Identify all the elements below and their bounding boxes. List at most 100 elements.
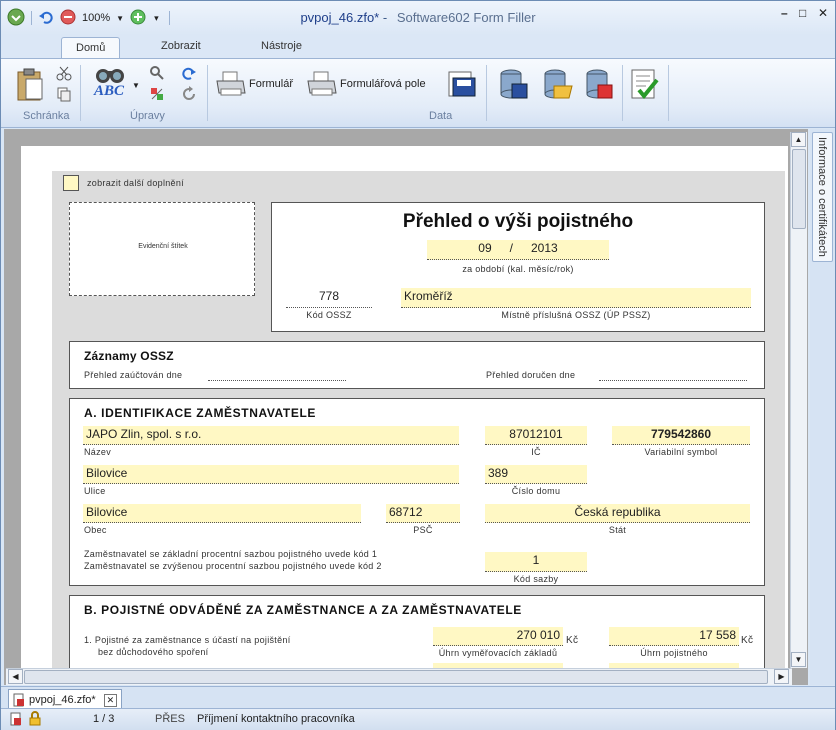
find-next-icon [151,88,163,100]
ossz-place-field[interactable]: Kroměříž [401,288,751,308]
document-area: zobrazit další doplnění Evidenční štítek… [4,129,808,685]
minimize-button[interactable]: – [781,6,788,20]
cut-button[interactable] [56,65,72,81]
document-tab[interactable]: pvpoj_46.zfo* ✕ [8,689,123,708]
application-window: 100% ▼ ▾ pvpoj_46.zfo* - Software602 For… [0,0,836,730]
redo-button[interactable] [181,65,197,81]
copy-button[interactable] [56,86,72,102]
print-form-fields-button[interactable]: Formulářová pole [306,71,426,97]
show-more-label: zobrazit další doplnění [87,178,184,188]
ico-label: IČ [531,447,541,457]
document-tabs: pvpoj_46.zfo* ✕ [1,686,835,708]
tab-tools[interactable]: Nástroje [261,40,302,52]
ico-field[interactable]: 87012101 [485,426,587,445]
redo-icon [182,67,196,80]
group-label-edit: Úpravy [130,110,165,122]
city-label: Obec [84,525,107,535]
status-bar: 1 / 3 PŘES Příjmení kontaktního pracovní… [1,708,835,730]
group-label-clipboard: Schránka [23,110,70,122]
title-bar: 100% ▼ ▾ pvpoj_46.zfo* - Software602 For… [1,1,835,35]
street-label: Ulice [84,486,106,496]
document-tab-close[interactable]: ✕ [103,693,118,707]
house-number-field[interactable]: 389 [485,465,587,484]
show-more-checkbox[interactable] [63,175,79,191]
section-b-title: B. POJISTNÉ ODVÁDĚNÉ ZA ZAMĚSTNANCE A ZA… [84,603,522,617]
db-open-button[interactable] [542,68,574,100]
validate-button[interactable] [629,68,659,100]
tab-view[interactable]: Zobrazit [161,40,201,52]
database-clear-icon [586,69,613,99]
booked-field[interactable] [208,380,346,381]
scroll-up-icon[interactable]: ▲ [791,132,806,147]
db-clear-button[interactable] [584,68,616,100]
lock-icon [29,711,41,726]
rate-code-field[interactable]: 1 [485,552,587,572]
scroll-right-icon[interactable]: ▶ [774,669,789,684]
refresh-icon [183,86,195,100]
print-form-button[interactable]: Formulář [215,71,293,97]
premium-currency: Kč [741,635,754,646]
ossz-code-field[interactable]: 778 [286,288,372,308]
ribbon-separator [486,65,487,121]
row1-line2: bez důchodového spoření [98,647,209,657]
period-field[interactable]: 09 / 2013 [427,240,609,260]
city-field[interactable]: Bilovice [83,504,361,523]
state-label: Stát [608,525,627,535]
stamp-box-label: Evidenční štítek [138,243,188,250]
horizontal-scroll-thumb[interactable] [24,670,768,684]
refresh-button[interactable] [181,86,197,102]
status-document-icon [10,712,21,726]
tab-home[interactable]: Domů [61,37,121,59]
house-number-label: Číslo domu [511,486,561,496]
state-field[interactable]: Česká republika [485,504,750,523]
form-page: zobrazit další doplnění Evidenční štítek… [21,146,788,685]
rate-note-1: Zaměstnavatel se základní procentní sazb… [84,549,378,559]
scroll-down-icon[interactable]: ▼ [791,652,806,667]
printer-icon [216,71,246,96]
document-tab-label: pvpoj_46.zfo* [29,694,96,706]
side-panel: Informace o certifikátech [810,129,835,685]
replace-button[interactable] [149,65,165,81]
db-save-button[interactable] [498,68,530,100]
variable-symbol-field[interactable]: 779542860 [612,426,750,445]
employer-name-field[interactable]: JAPO Zlin, spol. s r.o. [83,426,459,445]
section-a-title: A. IDENTIFIKACE ZAMĚSTNAVATELE [84,406,316,420]
zip-field[interactable]: 68712 [386,504,460,523]
title-file-name: pvpoj_46.zfo* [300,10,380,25]
print-form-fields-label: Formulářová pole [340,78,426,90]
scroll-left-icon[interactable]: ◀ [8,669,23,684]
vertical-scroll-thumb[interactable] [792,149,806,229]
paste-icon [17,68,43,101]
export-button[interactable] [445,68,477,100]
copy-icon [57,87,71,102]
title-separator: - [382,10,388,25]
ribbon-separator [668,65,669,121]
database-save-icon [500,69,528,99]
vertical-scrollbar[interactable]: ▲ ▼ [790,132,807,668]
period-separator: / [509,241,513,255]
spell-check-button[interactable]: ABC [94,65,126,100]
assessment-base-field[interactable]: 270 010 [433,627,563,646]
certificate-info-tab[interactable]: Informace o certifikátech [812,132,833,262]
maximize-button[interactable]: □ [799,6,806,20]
premium-total-field[interactable]: 17 558 [609,627,739,646]
ribbon: Schránka ABC ▼ Úpravy Formulář Formulářo… [1,58,835,128]
replace-icon [150,66,164,80]
ribbon-separator [207,65,208,121]
horizontal-scrollbar[interactable]: ◀ ▶ [6,668,792,685]
find-next-button[interactable] [149,86,165,102]
close-button[interactable]: ✕ [818,6,828,20]
delivered-label: Přehled doručen dne [486,370,576,380]
period-label: za období (kal. měsíc/rok) [462,264,574,274]
paste-button[interactable] [15,67,45,103]
rate-code-label: Kód sazby [513,574,559,584]
base-currency: Kč [566,635,579,646]
records-title: Záznamy OSSZ [84,349,174,363]
row1-line1: 1. Pojistné za zaměstnance s účastí na p… [84,635,291,645]
checklist-icon [631,69,659,100]
form-title: Přehled o výši pojistného [402,211,634,232]
delivered-field[interactable] [599,380,747,381]
booked-label: Přehled zaúčtován dne [84,370,183,380]
street-field[interactable]: Bilovice [83,465,459,484]
spell-dropdown-icon[interactable]: ▼ [132,81,140,90]
